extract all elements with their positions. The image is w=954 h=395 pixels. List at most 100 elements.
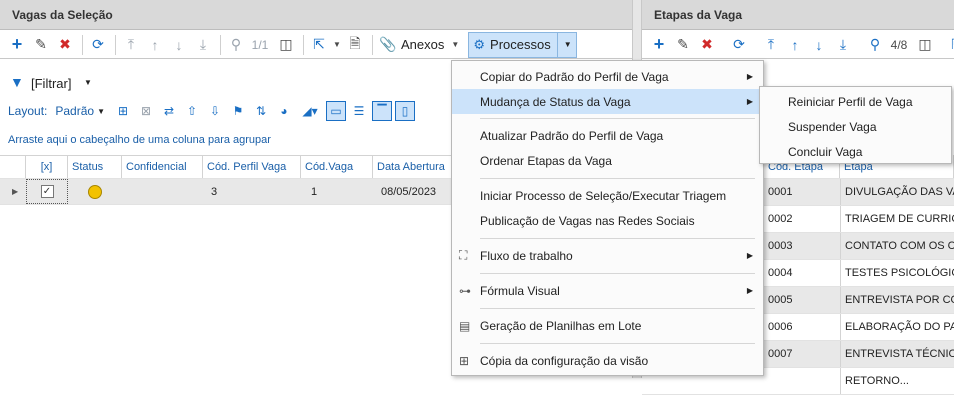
filter-icon[interactable]: ▼: [10, 74, 24, 90]
submenu-item-concluir-vaga[interactable]: Concluir Vaga: [760, 139, 951, 164]
cell-cod-etapa: 0001: [768, 186, 793, 198]
row-expand-icon[interactable]: ▶: [8, 179, 24, 204]
cell-cod-perfil-vaga: 3: [211, 185, 218, 198]
attachment-icon[interactable]: 📎: [377, 34, 399, 56]
view-top-icon[interactable]: ▔: [372, 101, 392, 121]
cell-etapa: TRIAGEM DE CURRICU...: [840, 206, 954, 232]
search-icon[interactable]: ⚲: [864, 34, 886, 56]
refresh-icon[interactable]: ⟳: [728, 34, 750, 56]
menu-item-copia-configuracao[interactable]: ⊞ Cópia da configuração da visão: [452, 348, 763, 373]
add-icon[interactable]: +: [6, 34, 28, 56]
column-header-confidencial[interactable]: Confidencial: [122, 156, 203, 178]
next-record-icon[interactable]: ↓: [808, 34, 830, 56]
page-indicator: 1/1: [251, 37, 269, 52]
download-layout-icon[interactable]: ⇩: [205, 101, 225, 121]
row-checkbox[interactable]: ✓: [40, 185, 54, 198]
submenu-item-suspender-vaga[interactable]: Suspender Vaga: [760, 114, 951, 139]
menu-item-iniciar-processo[interactable]: Iniciar Processo de Seleção/Executar Tri…: [452, 183, 763, 208]
cell-cod-etapa: [764, 368, 840, 394]
add-icon[interactable]: +: [648, 34, 670, 56]
cell-cod-etapa: 0005: [768, 294, 793, 306]
sort-icon[interactable]: ⇅: [251, 101, 271, 121]
view-split-v-icon[interactable]: ▯: [395, 101, 415, 121]
left-panel-title: Vagas da Seleção: [0, 0, 632, 30]
layout-dropdown-icon[interactable]: ▼: [97, 107, 105, 116]
processos-button[interactable]: ⚙ Processos ▼: [468, 31, 577, 58]
menu-item-fluxo-trabalho[interactable]: ⛶ Fluxo de trabalho ▶: [452, 243, 763, 268]
delete-icon[interactable]: ✖: [54, 34, 76, 56]
cell-cod-etapa: 0007: [768, 348, 793, 360]
menu-item-ordenar-etapas[interactable]: Ordenar Etapas da Vaga: [452, 148, 763, 173]
filter-dropdown-icon[interactable]: ▼: [84, 78, 92, 87]
hierarchy-icon: ⊶: [459, 283, 471, 298]
layout-label: Layout:: [8, 104, 48, 118]
next-record-icon[interactable]: ↓: [168, 34, 190, 56]
page-indicator: 4/8: [890, 37, 908, 52]
filter-label[interactable]: [Filtrar]: [31, 76, 71, 91]
anexos-dropdown-icon[interactable]: ▼: [450, 34, 460, 56]
edit-icon[interactable]: ✎: [30, 34, 52, 56]
previous-record-icon[interactable]: ↑: [784, 34, 806, 56]
document-icon[interactable]: 🗎: [344, 34, 366, 56]
menu-item-formula-visual[interactable]: ⊶ Fórmula Visual ▶: [452, 278, 763, 303]
view-config-icon: ⊞: [459, 353, 470, 368]
swap-layout-icon[interactable]: ⇄: [159, 101, 179, 121]
previous-record-icon[interactable]: ↑: [144, 34, 166, 56]
export-icon[interactable]: ⇱: [946, 34, 954, 56]
cell-etapa: RETORNO...: [840, 368, 954, 394]
cell-etapa: ELABORAÇÃO DO PAR...: [840, 314, 954, 340]
right-panel-title: Etapas da Vaga: [642, 0, 954, 30]
last-record-icon[interactable]: ⤓: [192, 34, 214, 56]
export-dropdown-icon[interactable]: ▼: [332, 34, 342, 56]
column-header-check[interactable]: [x]: [26, 156, 68, 178]
shapes-icon[interactable]: ◕: [274, 101, 294, 121]
first-record-icon[interactable]: ⤒: [120, 34, 142, 56]
cell-etapa: CONTATO COM OS CA...: [840, 233, 954, 259]
column-header-data-abertura[interactable]: Data Abertura: [373, 156, 463, 178]
cell-confidencial: [122, 179, 203, 204]
menu-item-atualizar-padrao[interactable]: Atualizar Padrão do Perfil de Vaga: [452, 123, 763, 148]
upload-layout-icon[interactable]: ⇧: [182, 101, 202, 121]
gear-icon: ⚙: [473, 36, 486, 52]
chart-icon[interactable]: ◢▾: [297, 101, 323, 121]
first-record-icon[interactable]: ⤒: [760, 34, 782, 56]
submenu-item-reiniciar-perfil[interactable]: Reiniciar Perfil de Vaga: [760, 89, 951, 114]
grid-view-icon[interactable]: ◫: [275, 34, 297, 56]
grid-view-icon[interactable]: ◫: [914, 34, 936, 56]
left-toolbar: + ✎ ✖ ⟳ ⤒ ↑ ↓ ⤓ ⚲ 1/1 ◫ ⇱ ▼ 🗎 📎 Anexos ▼…: [0, 31, 632, 59]
processos-dropdown-icon[interactable]: ▼: [556, 32, 572, 57]
menu-item-publicacao-vagas[interactable]: Publicação de Vagas nas Redes Sociais: [452, 208, 763, 233]
view-split-h-icon[interactable]: ☰: [349, 101, 369, 121]
column-header-cod-vaga[interactable]: Cód.Vaga: [301, 156, 373, 178]
right-toolbar: + ✎ ✖ ⟳ ⤒ ↑ ↓ ⤓ ⚲ 4/8 ◫ ⇱: [642, 31, 954, 59]
search-icon[interactable]: ⚲: [225, 34, 247, 56]
group-hint: Arraste aqui o cabeçalho de uma coluna p…: [8, 134, 271, 146]
column-header-status[interactable]: Status: [68, 156, 122, 178]
pin-icon[interactable]: ⚑: [228, 101, 248, 121]
delete-layout-icon[interactable]: ⊠: [136, 101, 156, 121]
menu-item-copiar-padrao[interactable]: Copiar do Padrão do Perfil de Vaga ▶: [452, 64, 763, 89]
cell-etapa: ENTREVISTA TÉCNICA...: [840, 341, 954, 367]
layout-value[interactable]: Padrão: [55, 104, 94, 118]
submenu-arrow-icon: ▶: [746, 251, 753, 260]
refresh-icon[interactable]: ⟳: [87, 34, 109, 56]
status-indicator-icon: [88, 184, 102, 199]
cell-cod-etapa: 0006: [768, 321, 793, 333]
menu-item-geracao-planilhas[interactable]: ▤ Geração de Planilhas em Lote: [452, 313, 763, 338]
view-single-icon[interactable]: ▭: [326, 101, 346, 121]
add-layout-icon[interactable]: ⊞: [113, 101, 133, 121]
cell-cod-etapa: 0003: [768, 240, 793, 252]
processos-menu: Copiar do Padrão do Perfil de Vaga ▶ Muda…: [451, 60, 764, 376]
last-record-icon[interactable]: ⤓: [832, 34, 854, 56]
anexos-button[interactable]: Anexos: [401, 34, 444, 56]
menu-item-mudanca-status[interactable]: Mudança de Status da Vaga ▶: [452, 89, 763, 114]
cell-cod-etapa: 0004: [768, 267, 793, 279]
cell-etapa: DIVULGAÇÃO DAS VA...: [840, 179, 954, 205]
spreadsheet-icon: ▤: [459, 318, 471, 333]
column-header-cod-perfil-vaga[interactable]: Cód. Perfil Vaga: [203, 156, 301, 178]
edit-icon[interactable]: ✎: [672, 34, 694, 56]
delete-icon[interactable]: ✖: [696, 34, 718, 56]
submenu-arrow-icon: ▶: [746, 72, 753, 81]
export-icon[interactable]: ⇱: [308, 34, 330, 56]
cell-etapa: ENTREVISTA POR CO...: [840, 287, 954, 313]
